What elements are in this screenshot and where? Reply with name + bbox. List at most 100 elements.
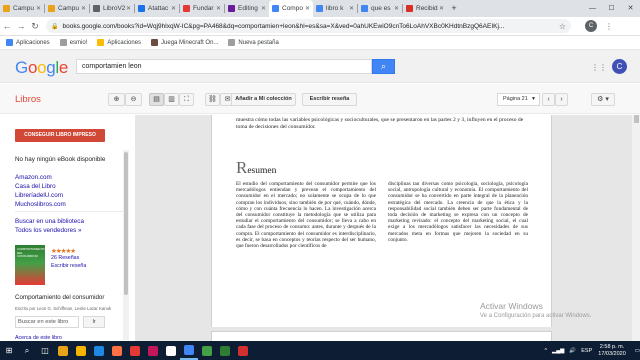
taskbar-app-icon[interactable]: [180, 341, 198, 360]
tab-close-icon[interactable]: ✕: [261, 5, 266, 12]
bookmark-item[interactable]: Aplicaciones: [6, 39, 50, 46]
taskbar-app-icon[interactable]: [72, 341, 90, 360]
bookmark-star-icon[interactable]: ☆: [559, 22, 566, 31]
write-review-button[interactable]: Escribir reseña: [302, 93, 357, 106]
bookmark-item[interactable]: Nueva pestaña: [228, 39, 279, 46]
add-to-collection-button[interactable]: Añadir a Mi colección: [231, 93, 296, 106]
taskbar-app-icon[interactable]: [126, 341, 144, 360]
chevron-up-icon[interactable]: ^: [544, 348, 547, 354]
tab-close-icon[interactable]: ✕: [394, 5, 399, 12]
reload-icon[interactable]: ↻: [28, 21, 42, 32]
forward-icon[interactable]: →: [14, 21, 28, 31]
app-icon: [94, 345, 104, 356]
taskbar-app-icon[interactable]: [54, 341, 72, 360]
notifications-icon[interactable]: ▭: [635, 348, 640, 354]
zoom-out-icon[interactable]: ⊖: [125, 93, 142, 106]
store-link[interactable]: Muchoslibros.com: [15, 200, 66, 209]
link-icon[interactable]: ⛓: [205, 93, 220, 106]
watermark-subtitle: Ve a Configuración para activar Windows.: [480, 313, 592, 319]
book-cover[interactable]: COMPORTAMIENTO DEL CONSUMIDOR: [15, 245, 46, 285]
scrollbar-thumb[interactable]: [634, 115, 639, 123]
zoom-in-icon[interactable]: ⊕: [108, 93, 125, 106]
taskbar-app-icon[interactable]: [108, 341, 126, 360]
tab-close-icon[interactable]: ✕: [126, 5, 131, 12]
network-icon[interactable]: ▂▄▆: [552, 348, 564, 354]
store-link[interactable]: LibreríadelU.com: [15, 191, 66, 200]
search-go-button[interactable]: Ir: [83, 316, 105, 328]
search-input[interactable]: comportamien leon: [76, 59, 372, 74]
windows-start-icon[interactable]: ⊞: [0, 341, 18, 360]
taskbar-app-icon[interactable]: [162, 341, 180, 360]
single-page-view-icon[interactable]: ▤: [149, 93, 164, 106]
tab-close-icon[interactable]: ✕: [439, 5, 444, 12]
search-in-book-input[interactable]: Buscar en este libro: [15, 316, 79, 328]
tab-close-icon[interactable]: ✕: [81, 5, 86, 12]
tab-close-icon[interactable]: ✕: [349, 5, 354, 12]
taskbar-app-icon[interactable]: [198, 341, 216, 360]
all-sellers-link[interactable]: Todos los vendedores »: [15, 226, 84, 235]
tab-close-icon[interactable]: ✕: [305, 5, 310, 12]
scrollbar-thumb[interactable]: [124, 152, 128, 295]
app-icon: [130, 345, 140, 356]
get-print-book-button[interactable]: CONSEGUIR LIBRO IMPRESO: [15, 129, 105, 142]
fullscreen-icon[interactable]: ⛶: [179, 93, 194, 106]
two-page-view-icon[interactable]: ▥: [164, 93, 179, 106]
browser-tab[interactable]: LibroV2 ✕: [90, 0, 134, 17]
browser-tab[interactable]: libro k ✕: [313, 0, 357, 17]
back-icon[interactable]: ←: [0, 21, 14, 31]
bookmark-label: esmio!: [69, 39, 88, 46]
search-icon[interactable]: ⌕: [18, 341, 36, 360]
reviews-link[interactable]: 26 Reseñas: [51, 255, 79, 261]
taskbar-app-icon[interactable]: [216, 341, 234, 360]
browser-tab[interactable]: Compo ✕: [269, 0, 313, 17]
write-review-link[interactable]: Escribir reseña: [51, 263, 86, 269]
browser-menu-icon[interactable]: ⋮: [605, 22, 613, 31]
browser-tab[interactable]: Atattac ✕: [135, 0, 179, 17]
app-icon: [58, 345, 68, 356]
bookmark-item[interactable]: Juega Minecraft On...: [151, 39, 218, 46]
account-avatar[interactable]: C: [612, 59, 627, 74]
settings-gear-icon[interactable]: ⚙ ▾: [591, 93, 615, 106]
panel-scrollbar[interactable]: [123, 150, 129, 340]
clock[interactable]: 2:58 p. m. 17/03/2020: [598, 344, 626, 358]
browser-tab[interactable]: Editing ✕: [225, 0, 269, 17]
app-icon: [202, 345, 212, 356]
tab-close-icon[interactable]: ✕: [171, 5, 176, 12]
viewer-scrollbar[interactable]: [632, 115, 640, 341]
bookmark-item[interactable]: esmio!: [59, 39, 88, 46]
tab-close-icon[interactable]: ✕: [216, 5, 221, 12]
bookmark-item[interactable]: Aplicaciones: [97, 39, 141, 46]
close-icon[interactable]: ✕: [621, 0, 640, 17]
find-library-link[interactable]: Buscar en una biblioteca: [15, 217, 84, 226]
google-logo[interactable]: Google: [15, 58, 68, 78]
minimize-icon[interactable]: —: [583, 0, 602, 17]
browser-tab[interactable]: Fundar ✕: [180, 0, 224, 17]
taskbar-app-icon[interactable]: [144, 341, 162, 360]
page-intro-text: muestra cómo todas las variables psicoló…: [236, 117, 524, 130]
task-view-icon[interactable]: ◫: [36, 341, 54, 360]
taskbar-app-icon[interactable]: [90, 341, 108, 360]
new-tab-button[interactable]: +: [447, 0, 461, 17]
browser-tab[interactable]: que es ✕: [358, 0, 402, 17]
browser-tab[interactable]: Recibid ✕: [403, 0, 447, 17]
section-title[interactable]: Libros: [15, 94, 41, 105]
tab-close-icon[interactable]: ✕: [36, 5, 41, 12]
book-title: Comportamiento del consumidor: [15, 294, 105, 301]
previous-page-icon[interactable]: ‹: [542, 93, 555, 106]
next-page-icon[interactable]: ›: [555, 93, 568, 106]
language-indicator[interactable]: ESP: [581, 348, 592, 354]
search-button[interactable]: ⌕: [372, 59, 395, 74]
browser-tab[interactable]: Campu ✕: [0, 0, 44, 17]
page-select[interactable]: Página 21 ▼: [497, 93, 540, 106]
store-link[interactable]: Amazon.com: [15, 173, 66, 182]
tab-favicon-icon: [272, 5, 279, 12]
browser-tab[interactable]: Campu ✕: [45, 0, 89, 17]
volume-icon[interactable]: 🔊: [569, 348, 576, 354]
browser-profile-avatar[interactable]: C: [585, 20, 597, 32]
apps-grid-icon[interactable]: ⋮⋮: [591, 63, 607, 72]
address-bar[interactable]: 🔒 books.google.com/books?id=Wqj9hlxqW-IC…: [46, 19, 571, 33]
store-link[interactable]: Casa del Libro: [15, 182, 66, 191]
taskbar-app-icon[interactable]: [234, 341, 252, 360]
maximize-icon[interactable]: ☐: [602, 0, 621, 17]
no-ebook-notice: No hay ningún eBook disponible: [15, 156, 106, 163]
